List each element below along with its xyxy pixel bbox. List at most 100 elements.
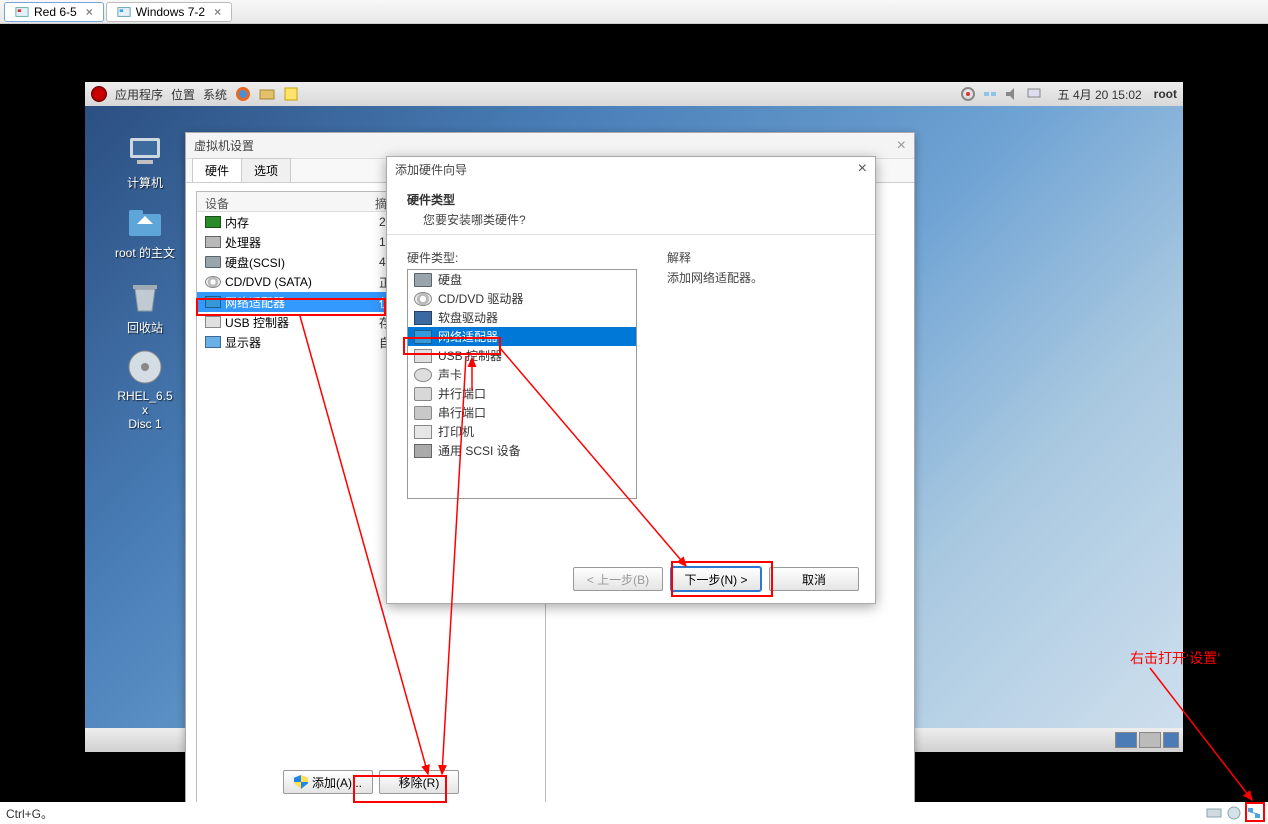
- firefox-icon[interactable]: [235, 86, 251, 102]
- tray-network-icon[interactable]: [1246, 805, 1262, 821]
- hw-item-label: 并行端口: [438, 385, 486, 402]
- wizard-explain-label: 解释: [667, 249, 855, 266]
- desktop-icon-home[interactable]: root 的主文: [115, 202, 175, 261]
- menu-system[interactable]: 系统: [203, 86, 227, 103]
- device-name: 显示器: [225, 334, 375, 351]
- tray-cd-icon[interactable]: [1226, 805, 1242, 821]
- hw-item-label: 打印机: [438, 423, 474, 440]
- next-button[interactable]: 下一步(N) >: [671, 567, 761, 591]
- user-name[interactable]: root: [1154, 87, 1177, 101]
- device-name: CD/DVD (SATA): [225, 275, 375, 289]
- update-icon[interactable]: [960, 86, 976, 102]
- wizard-titlebar[interactable]: 添加硬件向导 ×: [387, 157, 875, 181]
- close-icon[interactable]: ×: [858, 160, 867, 178]
- device-name: USB 控制器: [225, 314, 375, 331]
- volume-icon[interactable]: [1004, 86, 1020, 102]
- redhat-logo-icon[interactable]: [91, 86, 107, 102]
- fd-icon: [414, 311, 432, 325]
- vm-icon: [117, 5, 131, 19]
- cancel-button-label: 取消: [802, 571, 826, 588]
- desktop-icon-label: 计算机: [127, 176, 163, 190]
- vm-settings-title: 虚拟机设置: [194, 137, 254, 154]
- workspace-3[interactable]: [1163, 732, 1179, 748]
- hw-item-cd[interactable]: CD/DVD 驱动器: [408, 289, 636, 308]
- wizard-list-label: 硬件类型:: [407, 249, 637, 266]
- close-icon[interactable]: ×: [214, 5, 221, 19]
- wizard-heading-area: 硬件类型 您要安装哪类硬件?: [387, 181, 875, 235]
- hw-item-hdd[interactable]: 硬盘: [408, 270, 636, 289]
- hw-item-scsi[interactable]: 通用 SCSI 设备: [408, 441, 636, 460]
- clock-text[interactable]: 五 4月 20 15:02: [1058, 86, 1142, 103]
- close-icon[interactable]: ×: [897, 137, 906, 155]
- vm-tab-red65[interactable]: Red 6-5 ×: [4, 2, 104, 22]
- usb-icon: [414, 349, 432, 363]
- folder-home-icon: [125, 202, 165, 242]
- hw-item-label: 网络适配器: [438, 328, 498, 345]
- notes-icon[interactable]: [283, 86, 299, 102]
- ser-icon: [414, 406, 432, 420]
- vm-tab-win7[interactable]: Windows 7-2 ×: [106, 2, 232, 22]
- hdd-icon: [414, 273, 432, 287]
- computer-icon: [125, 132, 165, 172]
- network-icon[interactable]: [982, 86, 998, 102]
- cd-icon: [414, 292, 432, 306]
- menu-applications[interactable]: 应用程序: [115, 86, 163, 103]
- vm-tab-label: Windows 7-2: [136, 5, 205, 19]
- wizard-title: 添加硬件向导: [395, 161, 467, 178]
- hw-item-prn[interactable]: 打印机: [408, 422, 636, 441]
- cpu-icon: [205, 236, 221, 248]
- hw-item-usb[interactable]: USB 控制器: [408, 346, 636, 365]
- annotation-text: 右击打开‘设置’: [1130, 648, 1220, 668]
- hw-item-label: 串行端口: [438, 404, 486, 421]
- hw-item-label: 声卡: [438, 366, 462, 383]
- net-icon: [205, 296, 221, 308]
- workspace-1[interactable]: [1115, 732, 1137, 748]
- par-icon: [414, 387, 432, 401]
- net-icon: [414, 330, 432, 344]
- hw-item-par[interactable]: 并行端口: [408, 384, 636, 403]
- desktop-icon-computer[interactable]: 计算机: [115, 132, 175, 191]
- desktop-icon-trash[interactable]: 回收站: [115, 277, 175, 336]
- shield-icon: [294, 775, 308, 789]
- prn-icon: [414, 425, 432, 439]
- disp-icon: [205, 336, 221, 348]
- hw-item-label: 硬盘: [438, 271, 462, 288]
- tray-disk-icon[interactable]: [1206, 805, 1222, 821]
- file-manager-icon[interactable]: [259, 86, 275, 102]
- remove-button-label: 移除(R): [399, 774, 440, 791]
- guest-top-panel: 应用程序 位置 系统 五 4月 20 15:02 root: [85, 82, 1183, 106]
- remove-button[interactable]: 移除(R): [379, 770, 459, 794]
- tab-options[interactable]: 选项: [241, 158, 291, 182]
- hw-item-fd[interactable]: 软盘驱动器: [408, 308, 636, 327]
- desktop-icon-label: 回收站: [127, 321, 163, 335]
- mem-icon: [205, 216, 221, 228]
- hw-item-label: 软盘驱动器: [438, 309, 498, 326]
- menu-places[interactable]: 位置: [171, 86, 195, 103]
- hw-item-net[interactable]: 网络适配器: [408, 327, 636, 346]
- device-name: 处理器: [225, 234, 375, 251]
- hw-item-snd[interactable]: 声卡: [408, 365, 636, 384]
- display-icon[interactable]: [1026, 86, 1042, 102]
- scsi-icon: [414, 444, 432, 458]
- add-button-label: 添加(A)...: [312, 774, 362, 791]
- hw-item-label: CD/DVD 驱动器: [438, 290, 523, 307]
- device-name: 网络适配器: [225, 294, 375, 311]
- close-icon[interactable]: ×: [86, 5, 93, 19]
- add-button[interactable]: 添加(A)...: [283, 770, 373, 794]
- wizard-subheading: 您要安装哪类硬件?: [407, 211, 855, 228]
- desktop-icon-label: RHEL_6.5 x Disc 1: [117, 389, 172, 431]
- add-hardware-wizard: 添加硬件向导 × 硬件类型 您要安装哪类硬件? 硬件类型: 硬盘 CD/DVD …: [386, 156, 876, 604]
- hw-item-label: 通用 SCSI 设备: [438, 442, 521, 459]
- hw-item-ser[interactable]: 串行端口: [408, 403, 636, 422]
- back-button: < 上一步(B): [573, 567, 663, 591]
- tab-hardware[interactable]: 硬件: [192, 158, 242, 182]
- vm-tab-bar: Red 6-5 × Windows 7-2 ×: [0, 0, 1268, 24]
- workspace-2[interactable]: [1139, 732, 1161, 748]
- device-name: 内存: [225, 214, 375, 231]
- disc-icon: [125, 347, 165, 387]
- vm-icon: [15, 5, 29, 19]
- cancel-button[interactable]: 取消: [769, 567, 859, 591]
- hardware-type-list[interactable]: 硬盘 CD/DVD 驱动器 软盘驱动器 网络适配器 USB 控制器 声卡 并行端…: [407, 269, 637, 499]
- host-status-bar: Ctrl+G。: [0, 802, 1268, 824]
- desktop-icon-disc[interactable]: RHEL_6.5 x Disc 1: [115, 347, 175, 431]
